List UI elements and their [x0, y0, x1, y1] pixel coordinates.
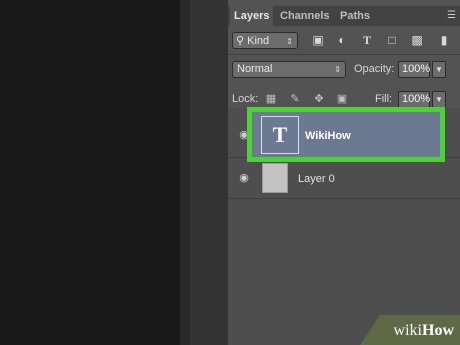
filter-kind-select[interactable]: ⚲ Kind ⇕ [232, 32, 298, 49]
type-filter-icon[interactable]: T [359, 32, 375, 48]
fill-label: Fill: [375, 93, 393, 105]
watermark-prefix: wiki [393, 322, 422, 339]
shape-filter-icon[interactable]: □ [384, 32, 400, 48]
lock-transparent-pixels-icon[interactable]: ▦ [264, 92, 278, 106]
blend-mode-select[interactable]: Normal ⇕ [232, 61, 346, 78]
filter-kind-label: Kind [247, 35, 270, 47]
divider [228, 54, 460, 55]
image-filter-icon[interactable]: ▣ [310, 32, 326, 48]
blend-mode-value: Normal [237, 63, 273, 75]
opacity-field[interactable]: 100% [398, 61, 430, 78]
search-icon: ⚲ [236, 35, 245, 47]
raster-layer-thumbnail [262, 163, 288, 193]
lock-all-icon[interactable]: ▣ [335, 92, 349, 106]
tab-paths[interactable]: Paths [336, 6, 374, 26]
panel-gutter [190, 0, 228, 345]
chevron-updown-icon: ⇕ [286, 37, 293, 46]
opacity-dropdown-button[interactable]: ▼ [432, 61, 446, 78]
fill-dropdown-button[interactable]: ▼ [432, 91, 446, 108]
chevron-updown-icon: ⇕ [334, 65, 341, 74]
watermark-suffix: How [422, 322, 454, 339]
wikihow-watermark-logo: wikiHow [394, 320, 454, 342]
lock-label: Lock: [232, 93, 259, 105]
lock-position-icon[interactable]: ✥ [312, 92, 326, 106]
lock-image-pixels-icon[interactable]: ✎ [288, 92, 302, 106]
opacity-label: Opacity: [354, 63, 395, 75]
smart-object-filter-icon[interactable]: ▩ [409, 32, 425, 48]
adjustment-filter-icon[interactable]: ◐ [334, 32, 350, 48]
panel-tab-bar: Layers Channels Paths ☰ [228, 6, 460, 26]
scrollbar[interactable] [180, 0, 190, 345]
fill-field[interactable]: 100% [398, 91, 430, 108]
panel-menu-icon[interactable]: ☰ [447, 10, 456, 21]
visibility-eye-icon[interactable]: ◉ [237, 171, 251, 185]
highlight-box [247, 107, 445, 162]
layer-name-layer-0[interactable]: Layer 0 [298, 173, 335, 185]
layer-divider [228, 198, 460, 199]
document-canvas [0, 0, 180, 345]
filter-toggle-icon[interactable]: ▮ [436, 32, 452, 48]
tab-layers[interactable]: Layers [230, 6, 274, 26]
tab-channels[interactable]: Channels [276, 6, 334, 26]
